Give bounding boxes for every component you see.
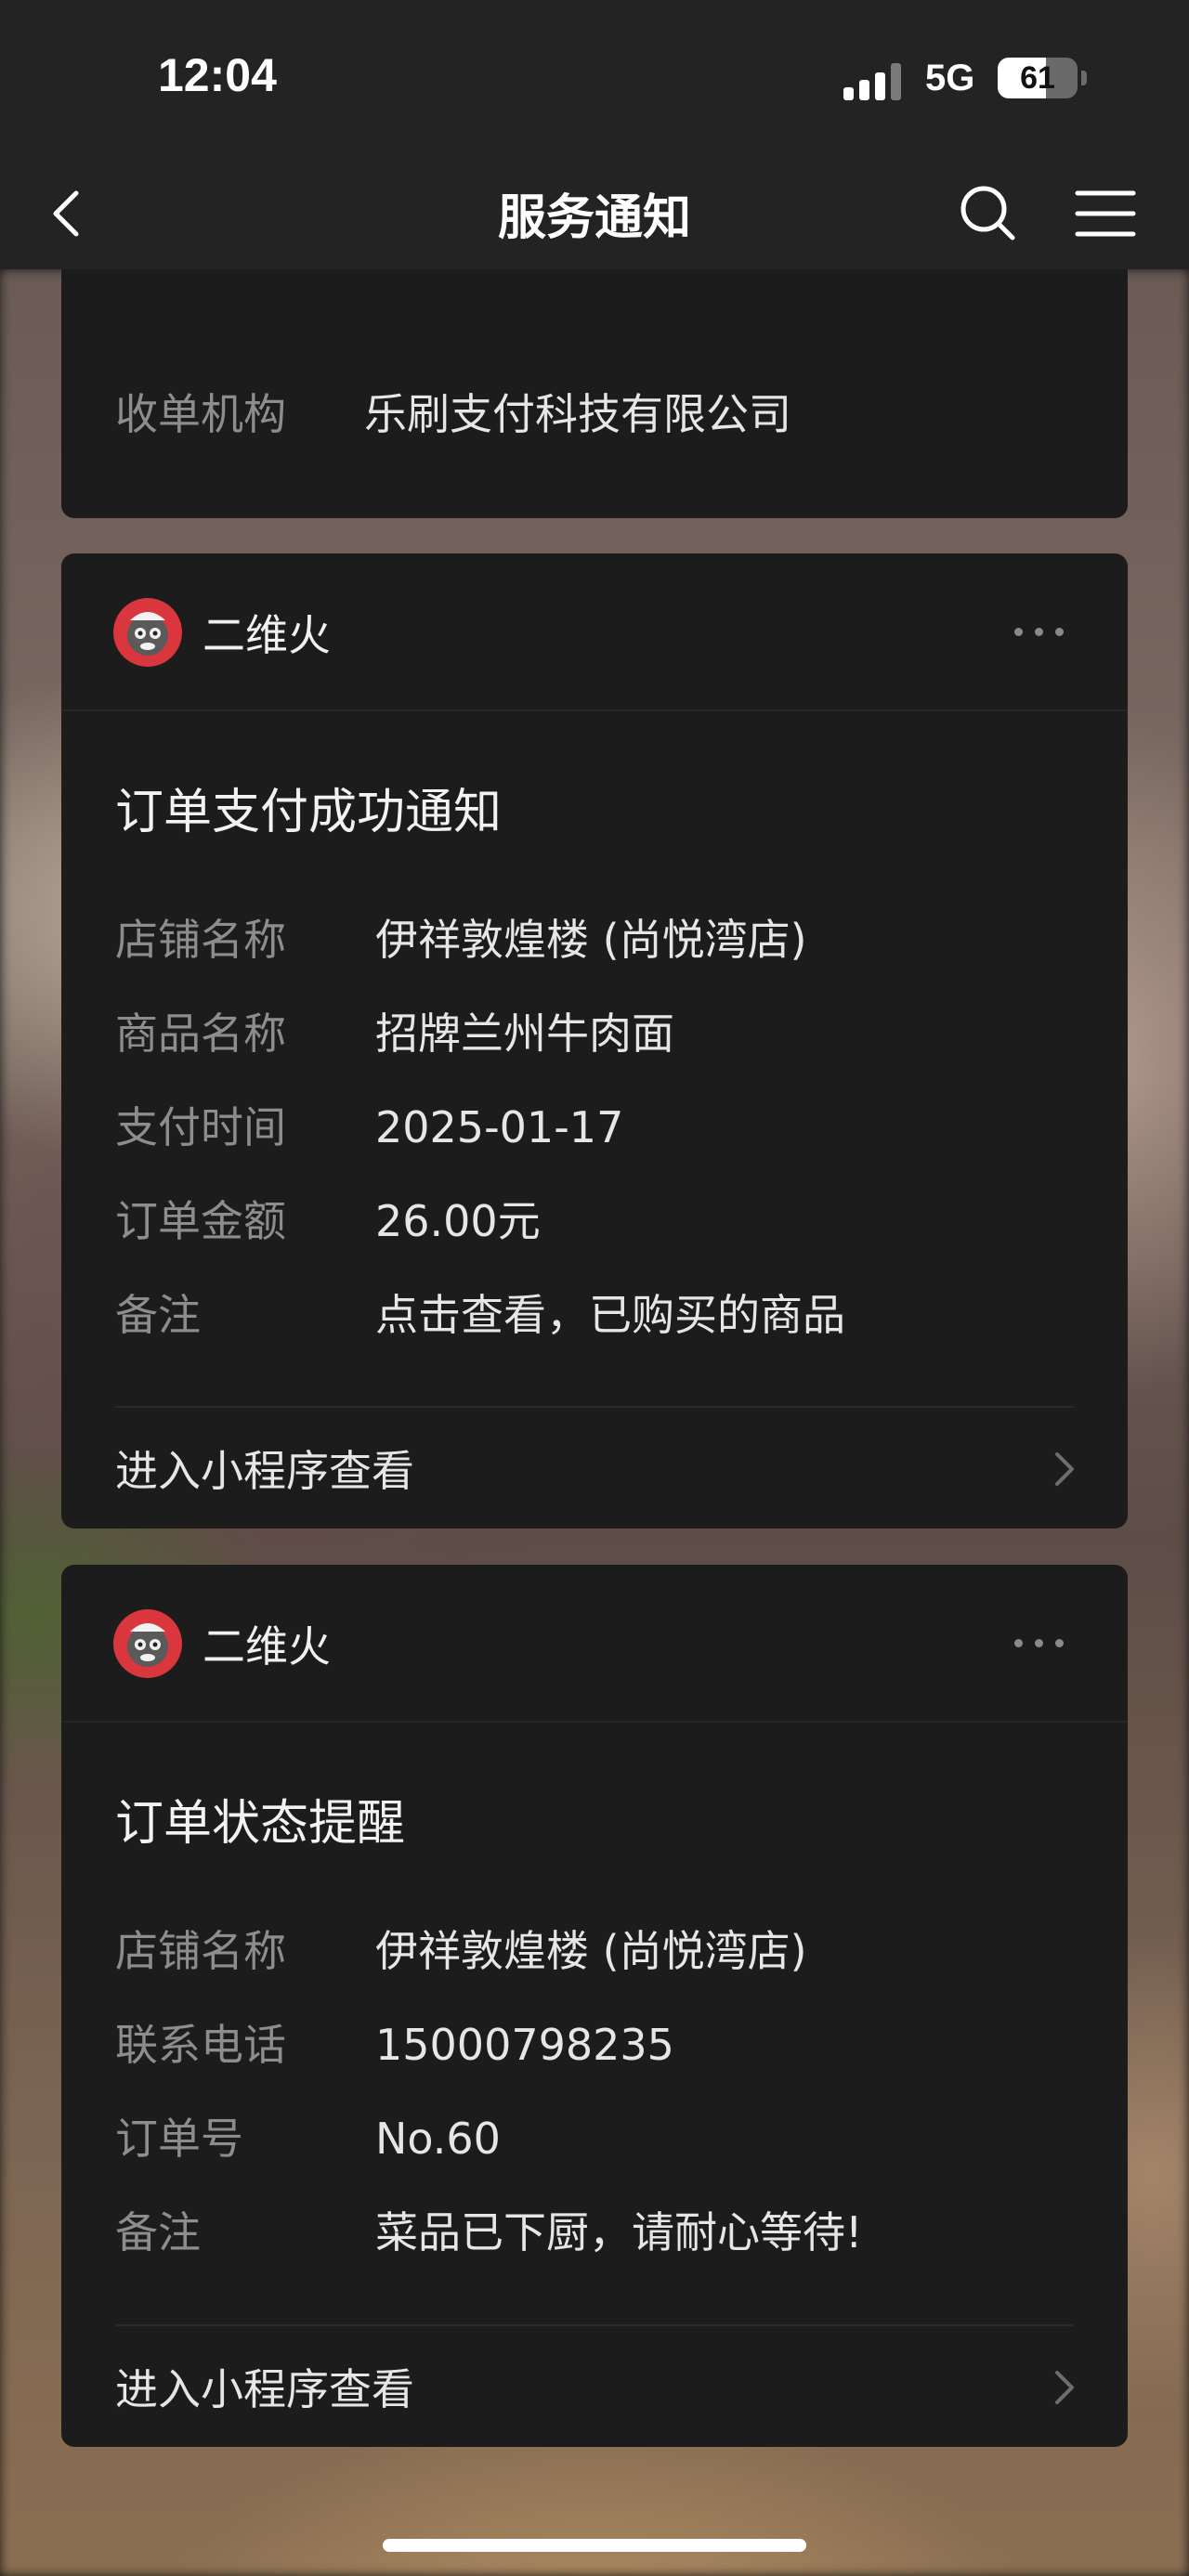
chevron-right-icon[interactable] <box>1046 1441 1083 1497</box>
kv-row: 备注 菜品已下厨，请耐心等待! <box>115 2199 862 2260</box>
org-name: 二维火 <box>203 1621 331 1672</box>
search-icon[interactable] <box>953 178 1024 249</box>
nav-bar: 服务通知 <box>0 158 1189 269</box>
kv-label: 联系电话 <box>115 2020 286 2070</box>
kv-value: 伊祥敦煌楼 (尚悦湾店) <box>375 1926 807 1976</box>
kv-row: 店铺名称 伊祥敦煌楼 (尚悦湾店) <box>115 906 807 968</box>
kv-value: 点击查看，已购买的商品 <box>375 1290 845 1340</box>
kv-row-acquirer: 收单机构 乐刷支付科技有限公司 <box>115 381 791 442</box>
card-header: 二维火 <box>61 1565 1128 1721</box>
home-indicator[interactable] <box>383 2539 806 2552</box>
kv-label: 店铺名称 <box>115 915 286 965</box>
clock: 12:04 <box>158 49 277 101</box>
avatar[interactable] <box>113 598 182 667</box>
kv-row: 备注 点击查看，已购买的商品 <box>115 1281 845 1343</box>
notification-card-order-status[interactable]: 二维火 订单状态提醒 店铺名称 伊祥敦煌楼 (尚悦湾店) 联系电话 15000798… <box>61 1565 1128 2447</box>
status-bar: 12:04 5G 61 <box>0 0 1189 158</box>
kv-row: 联系电话 15000798235 <box>115 2011 674 2073</box>
kv-value: 15000798235 <box>375 2020 674 2070</box>
kv-value: 菜品已下厨，请耐心等待! <box>375 2207 863 2257</box>
kv-value: 招牌兰州牛肉面 <box>375 1008 674 1059</box>
kv-row: 支付时间 2025-01-17 <box>115 1094 623 1155</box>
kv-label: 收单机构 <box>115 389 286 439</box>
footer-divider <box>115 1406 1074 1408</box>
signal-icon <box>843 63 903 100</box>
menu-icon[interactable] <box>1068 178 1143 249</box>
network-type: 5G <box>925 58 975 98</box>
enter-miniprogram-link[interactable]: 进入小程序查看 <box>115 1438 414 1499</box>
kv-label: 订单号 <box>115 2114 243 2164</box>
more-options-icon[interactable] <box>1014 1630 1070 1658</box>
kv-value: 26.00元 <box>375 1196 541 1246</box>
kv-value: No.60 <box>375 2114 501 2164</box>
battery-percent: 61 <box>1020 60 1055 96</box>
battery-tip <box>1081 71 1087 85</box>
avatar[interactable] <box>113 1609 182 1678</box>
kv-row: 订单金额 26.00元 <box>115 1188 541 1249</box>
card-title: 订单状态提醒 <box>115 1796 406 1852</box>
header-divider <box>61 1721 1128 1723</box>
kv-label: 备注 <box>115 1290 201 1340</box>
kv-label: 订单金额 <box>115 1196 286 1246</box>
kv-row: 店铺名称 伊祥敦煌楼 (尚悦湾店) <box>115 1918 807 1979</box>
kv-value: 2025-01-17 <box>375 1102 624 1152</box>
more-options-icon[interactable] <box>1014 618 1070 646</box>
card-header: 二维火 <box>61 553 1128 709</box>
card-title: 订单支付成功通知 <box>115 785 503 840</box>
notification-card-partial[interactable]: 收单机构 乐刷支付科技有限公司 <box>61 251 1128 518</box>
kv-value: 乐刷支付科技有限公司 <box>364 389 791 439</box>
kv-label: 支付时间 <box>115 1102 286 1152</box>
footer-divider <box>115 2324 1074 2326</box>
kv-row: 商品名称 招牌兰州牛肉面 <box>115 1000 674 1061</box>
kv-label: 备注 <box>115 2207 201 2257</box>
kv-row: 订单号 No.60 <box>115 2105 501 2166</box>
org-name: 二维火 <box>203 610 331 660</box>
chevron-right-icon[interactable] <box>1046 2360 1083 2415</box>
kv-value: 伊祥敦煌楼 (尚悦湾店) <box>375 915 807 965</box>
battery-icon: 61 <box>998 58 1078 98</box>
kv-label: 店铺名称 <box>115 1926 286 1976</box>
notification-card-payment-success[interactable]: 二维火 订单支付成功通知 店铺名称 伊祥敦煌楼 (尚悦湾店) 商品名称 招牌兰州牛肉… <box>61 553 1128 1529</box>
header-divider <box>61 709 1128 711</box>
kv-label: 商品名称 <box>115 1008 286 1059</box>
enter-miniprogram-link[interactable]: 进入小程序查看 <box>115 2356 414 2417</box>
